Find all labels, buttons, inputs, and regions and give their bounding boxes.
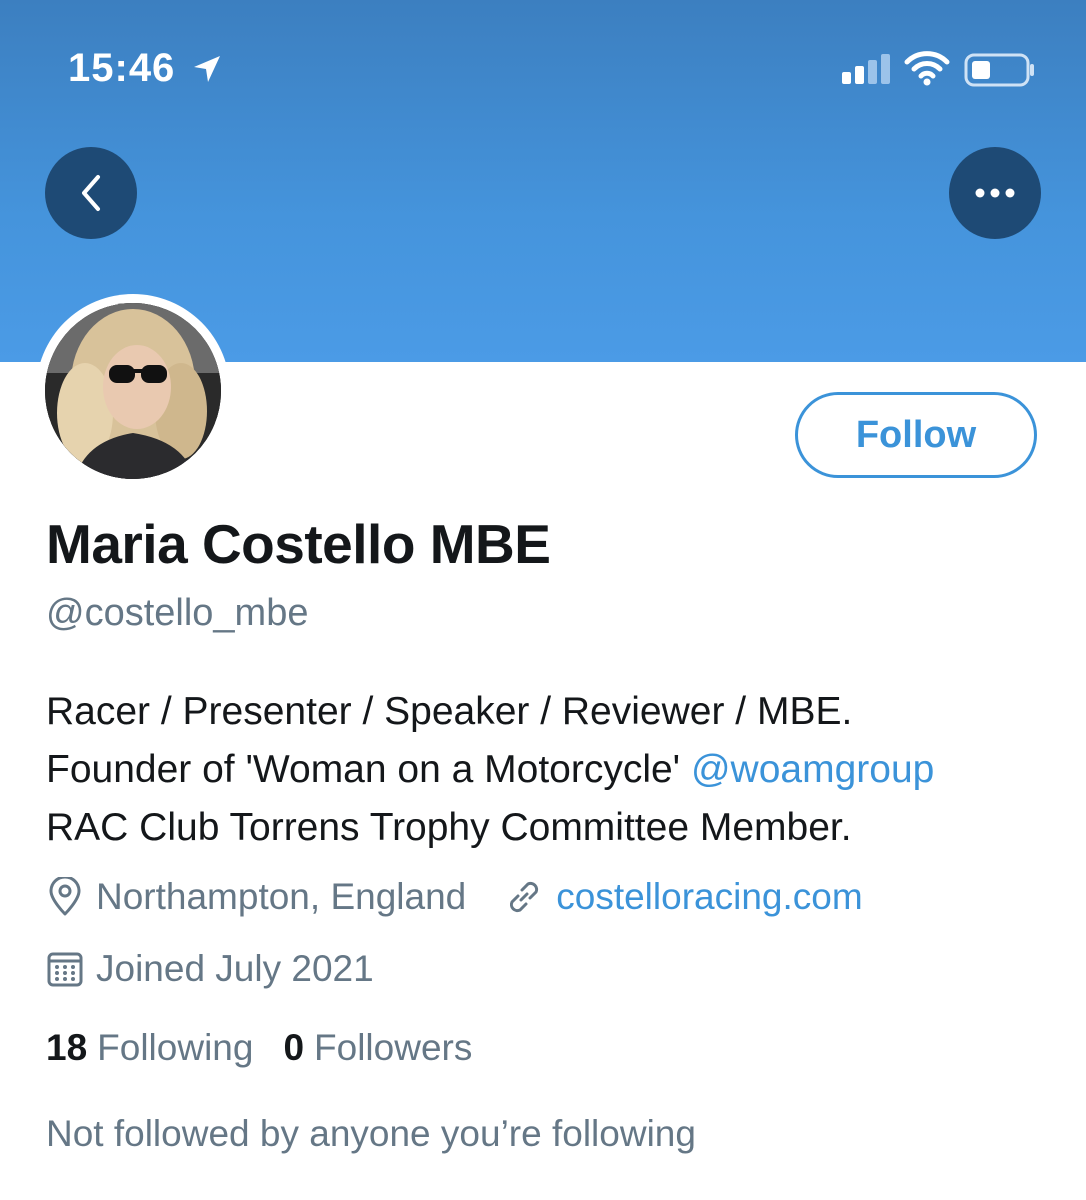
follow-counts: 18 Following 0 Followers bbox=[46, 1027, 502, 1069]
followers-label: Followers bbox=[314, 1027, 473, 1068]
profile-handle: @costello_mbe bbox=[46, 592, 309, 634]
profile-bio: Racer / Presenter / Speaker / Reviewer /… bbox=[46, 683, 1056, 857]
follow-button[interactable]: Follow bbox=[795, 392, 1037, 478]
calendar-icon bbox=[47, 952, 83, 987]
link-icon bbox=[510, 881, 539, 913]
mutual-followers-note: Not followed by anyone you’re following bbox=[46, 1113, 696, 1154]
location-arrow-icon bbox=[194, 56, 220, 82]
bio-line-1: Racer / Presenter / Speaker / Reviewer /… bbox=[46, 690, 853, 733]
profile-location: Northampton, England bbox=[96, 876, 467, 917]
battery-icon bbox=[964, 53, 1034, 87]
profile-meta-joined-row: Joined July 2021 bbox=[46, 948, 374, 990]
following-count: 18 bbox=[46, 1027, 88, 1068]
followers-count: 0 bbox=[283, 1027, 305, 1068]
more-horizontal-icon bbox=[975, 188, 1015, 198]
bio-mention-link[interactable]: @woamgroup bbox=[691, 748, 934, 791]
profile-name: Maria Costello MBE bbox=[46, 513, 551, 575]
chevron-left-icon bbox=[82, 175, 100, 211]
profile-meta-location-row: Northampton, England costelloracing.com bbox=[46, 876, 863, 918]
bio-line-2: Founder of 'Woman on a Motorcycle' @woam… bbox=[46, 741, 1056, 799]
location-pin-icon bbox=[49, 877, 81, 916]
following-count-link[interactable]: 18 Following bbox=[46, 1027, 253, 1069]
status-time: 15:46 bbox=[68, 46, 176, 90]
avatar[interactable] bbox=[45, 303, 221, 479]
website-item: costelloracing.com bbox=[504, 876, 863, 918]
profile-joined-date: Joined July 2021 bbox=[96, 948, 374, 989]
followers-count-link[interactable]: 0 Followers bbox=[283, 1027, 472, 1069]
avatar-photo bbox=[45, 303, 221, 479]
following-label: Following bbox=[97, 1027, 254, 1068]
wifi-icon bbox=[904, 51, 950, 86]
more-options-button[interactable] bbox=[949, 147, 1041, 239]
back-button[interactable] bbox=[45, 147, 137, 239]
signal-icon bbox=[842, 54, 890, 84]
bio-line-2-text: Founder of 'Woman on a Motorcycle' bbox=[46, 748, 691, 791]
profile-website-link[interactable]: costelloracing.com bbox=[556, 876, 862, 918]
bio-line-3: RAC Club Torrens Trophy Committee Member… bbox=[46, 806, 852, 849]
